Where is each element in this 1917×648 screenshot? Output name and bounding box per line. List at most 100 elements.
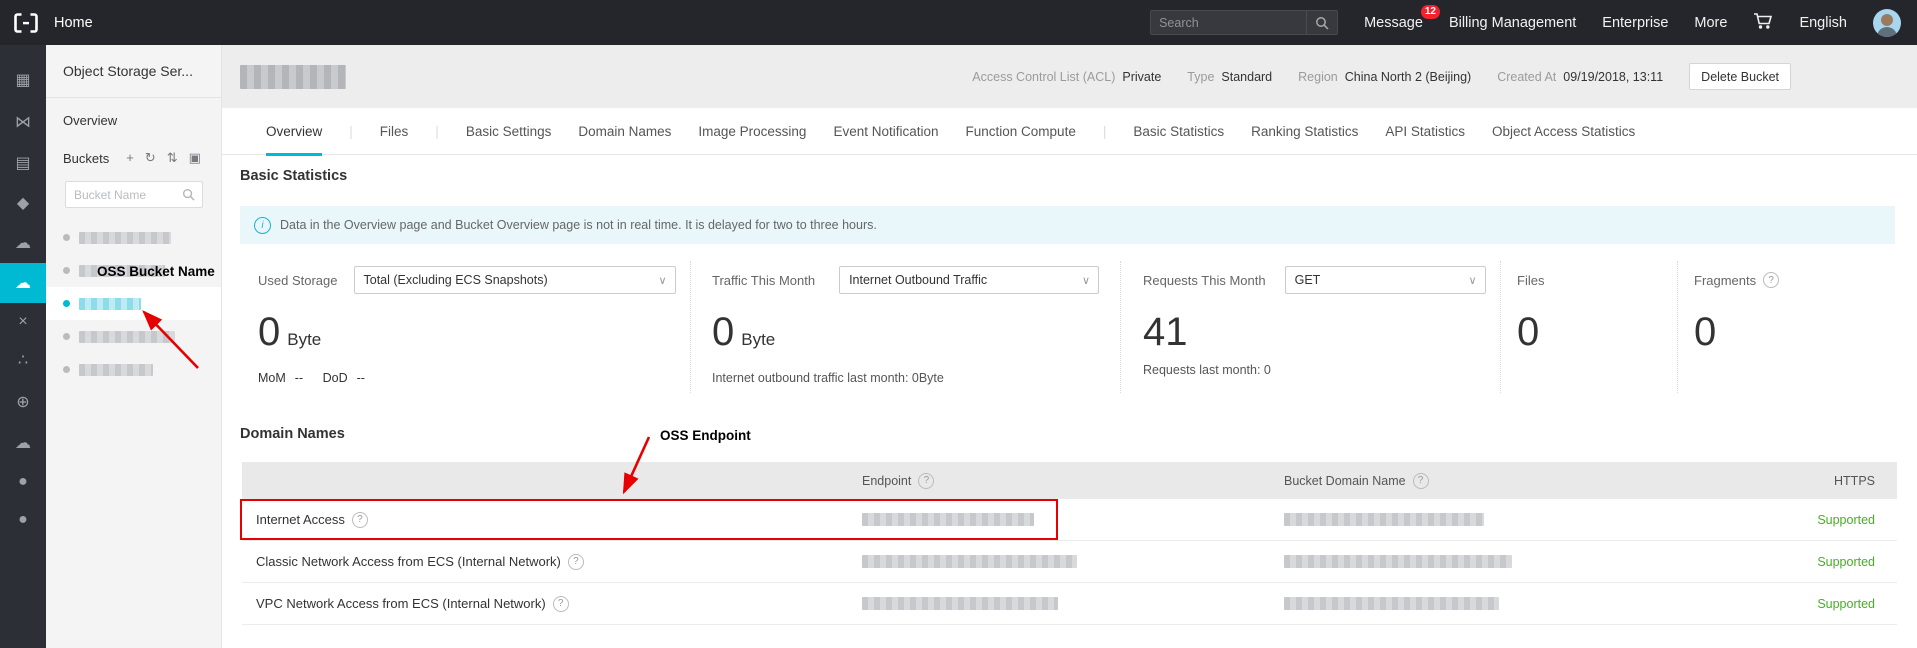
apps-grid-icon[interactable]: ▦	[0, 60, 46, 100]
traffic-select[interactable]: Internet Outbound Traffic ∨	[839, 266, 1099, 294]
domain-table-header: Endpoint ? Bucket Domain Name ? HTTPS	[242, 462, 1897, 499]
more-link[interactable]: More	[1694, 15, 1727, 31]
cloud-storage-icon[interactable]: ☁	[0, 223, 46, 263]
used-storage-label: Used Storage	[258, 273, 338, 288]
alibaba-cloud-logo-icon[interactable]	[13, 12, 39, 34]
tab-overview[interactable]: Overview	[266, 108, 322, 155]
topbar-right: Message 12 Billing Management Enterprise…	[1150, 0, 1901, 45]
tools-icon[interactable]: ×	[0, 302, 46, 342]
used-storage-select[interactable]: Total (Excluding ECS Snapshots) ∨	[354, 266, 676, 294]
bucket-domain-value-blurred	[1284, 597, 1499, 610]
avatar[interactable]	[1873, 9, 1901, 37]
tab-api-statistics[interactable]: API Statistics	[1385, 108, 1465, 155]
refresh-icon[interactable]: ↻	[145, 150, 156, 166]
endpoint-value-blurred	[862, 597, 1058, 610]
buckets-label: Buckets	[63, 151, 109, 166]
https-status: Supported	[1817, 597, 1875, 611]
help-icon[interactable]: ?	[1413, 473, 1429, 489]
search-input[interactable]	[1151, 16, 1306, 30]
oss-console-screen: Home Message 12 Billing Management Enter…	[0, 0, 1917, 648]
requests-value: 41	[1143, 310, 1500, 354]
oss-cloud-icon[interactable]: ☁	[0, 263, 46, 303]
bucket-meta: Access Control List (ACL) Private Type S…	[972, 45, 1791, 108]
endpoint-value-blurred	[862, 513, 1034, 526]
domain-names-table: Endpoint ? Bucket Domain Name ? HTTPS In…	[242, 462, 1897, 625]
bucket-list-item-selected[interactable]	[46, 287, 221, 320]
bucket-list-item[interactable]	[46, 254, 221, 287]
requests-select[interactable]: GET ∨	[1285, 266, 1486, 294]
bucket-name-blurred	[79, 232, 171, 244]
endpoint-column-header: Endpoint	[862, 474, 911, 488]
traffic-subtext: Internet outbound traffic last month: 0B…	[712, 371, 1120, 385]
bucket-domain-column-header: Bucket Domain Name	[1284, 474, 1406, 488]
https-column-header: HTTPS	[1834, 474, 1875, 488]
traffic-card: Traffic This Month Internet Outbound Tra…	[690, 261, 1120, 393]
billing-management-link[interactable]: Billing Management	[1449, 15, 1576, 31]
globe-icon[interactable]: ⊕	[0, 382, 46, 422]
sort-icon[interactable]: ⇅	[167, 150, 178, 166]
files-card: Files 0	[1500, 261, 1677, 393]
bucket-search-icon[interactable]	[182, 188, 195, 201]
language-selector[interactable]: English	[1799, 15, 1847, 31]
topbar: Home Message 12 Billing Management Enter…	[0, 0, 1917, 45]
help-icon[interactable]: ?	[1763, 272, 1779, 288]
help-icon[interactable]: ?	[553, 596, 569, 612]
bucket-tabbar: Overview | Files | Basic Settings Domain…	[222, 108, 1917, 155]
hybrid-cloud-icon[interactable]: ☁	[0, 423, 46, 463]
row-label: Classic Network Access from ECS (Interna…	[256, 554, 561, 569]
product-icon-rail: ▦ ⋈ ▤ ◆ ☁ ☁ × ∴ ⊕ ☁ ● ●	[0, 45, 46, 648]
main-panel: Access Control List (ACL) Private Type S…	[222, 45, 1917, 648]
https-status: Supported	[1817, 555, 1875, 569]
help-icon[interactable]: ?	[918, 473, 934, 489]
buckets-header: Buckets + ↻ ⇅ ▣	[46, 145, 221, 171]
https-status: Supported	[1817, 513, 1875, 527]
security-shield-icon[interactable]: ◆	[0, 183, 46, 223]
tab-image-processing[interactable]: Image Processing	[698, 108, 806, 155]
region-value: China North 2 (Beijing)	[1345, 70, 1471, 84]
oss-sidebar: Object Storage Ser... Overview Buckets +…	[46, 45, 222, 648]
tab-function-compute[interactable]: Function Compute	[966, 108, 1076, 155]
tab-files[interactable]: Files	[380, 108, 409, 155]
table-row-vpc-network: VPC Network Access from ECS (Internal Ne…	[242, 583, 1897, 625]
console-topology-icon[interactable]: ⋈	[0, 102, 46, 142]
service-dot-icon[interactable]: ●	[0, 462, 46, 502]
search-icon[interactable]	[1306, 11, 1337, 34]
traffic-value: 0 Byte	[712, 310, 1120, 362]
bucket-list-item[interactable]	[46, 353, 221, 386]
fragments-card: Fragments ? 0	[1677, 261, 1895, 393]
bucket-search-input[interactable]	[66, 188, 182, 202]
expand-icon[interactable]: ▣	[189, 150, 201, 166]
files-label: Files	[1517, 273, 1544, 288]
sidebar-item-overview[interactable]: Overview	[46, 98, 221, 143]
delay-notice-banner: i Data in the Overview page and Bucket O…	[240, 206, 1895, 244]
tab-domain-names[interactable]: Domain Names	[578, 108, 671, 155]
add-bucket-icon[interactable]: +	[126, 150, 134, 166]
help-icon[interactable]: ?	[352, 512, 368, 528]
tab-ranking-statistics[interactable]: Ranking Statistics	[1251, 108, 1358, 155]
server-list-icon[interactable]: ▤	[0, 143, 46, 183]
message-count-badge: 12	[1421, 5, 1440, 19]
traffic-label: Traffic This Month	[712, 273, 815, 288]
bucket-list-item[interactable]	[46, 221, 221, 254]
network-nodes-icon[interactable]: ∴	[0, 340, 46, 380]
bucket-name-blurred	[79, 331, 175, 343]
tab-object-access-statistics[interactable]: Object Access Statistics	[1492, 108, 1635, 155]
delete-bucket-button[interactable]: Delete Bucket	[1689, 63, 1791, 90]
requests-label: Requests This Month	[1143, 273, 1266, 288]
used-storage-subtext: MoM-- DoD--	[258, 371, 690, 385]
chevron-down-icon: ∨	[650, 274, 674, 287]
bucket-list-item[interactable]	[46, 320, 221, 353]
region-label: Region	[1298, 70, 1338, 84]
tab-event-notification[interactable]: Event Notification	[833, 108, 938, 155]
bucket-header-band: Access Control List (ACL) Private Type S…	[222, 45, 1917, 108]
help-icon[interactable]: ?	[568, 554, 584, 570]
tab-basic-statistics[interactable]: Basic Statistics	[1133, 108, 1224, 155]
home-link[interactable]: Home	[54, 15, 93, 31]
message-link[interactable]: Message 12	[1364, 15, 1423, 31]
tab-basic-settings[interactable]: Basic Settings	[466, 108, 552, 155]
enterprise-link[interactable]: Enterprise	[1602, 15, 1668, 31]
cart-icon[interactable]	[1753, 12, 1773, 34]
service-dot-2-icon[interactable]: ●	[0, 500, 46, 540]
row-label: VPC Network Access from ECS (Internal Ne…	[256, 596, 546, 611]
table-row-internet-access: Internet Access ? Supported	[242, 499, 1897, 541]
